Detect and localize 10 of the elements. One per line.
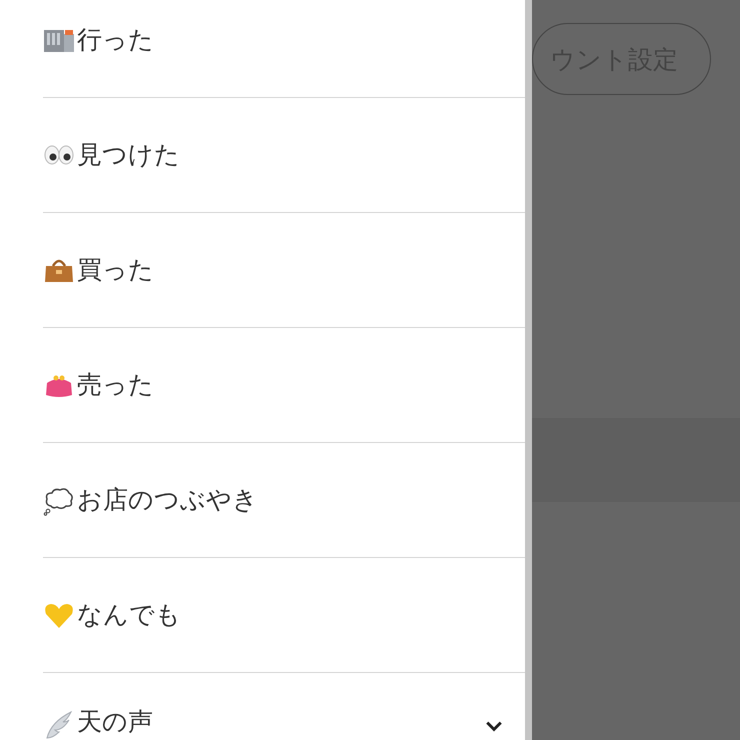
menu-item-label: お店のつぶやき bbox=[77, 486, 259, 514]
menu-item[interactable]: 行った bbox=[43, 0, 525, 98]
menu-item-label: 行った bbox=[77, 26, 155, 54]
menu-item[interactable]: 天の声 bbox=[43, 673, 525, 740]
chevron-down-icon[interactable] bbox=[485, 720, 503, 732]
menu-item-label: 買った bbox=[77, 256, 155, 284]
menu-item-label: なんでも bbox=[77, 600, 182, 630]
menu-item-label: 天の声 bbox=[77, 708, 154, 737]
menu-item-label: 見つけた bbox=[77, 140, 181, 170]
menu-item-label: 売った bbox=[77, 370, 155, 400]
